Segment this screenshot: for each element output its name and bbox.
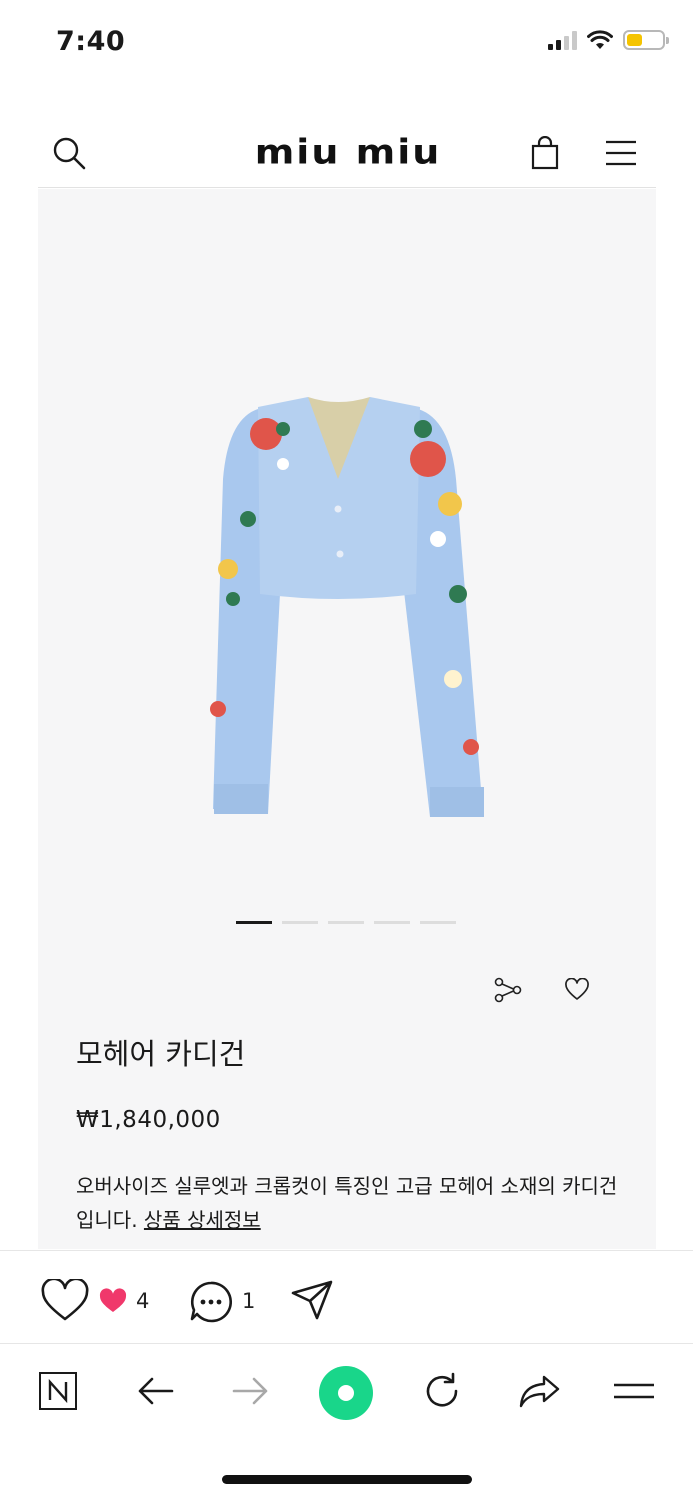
image-pager[interactable] [236,921,456,924]
browser-menu-icon[interactable] [610,1367,658,1415]
cellular-signal-icon [548,30,577,50]
brand-logo[interactable]: miu miu [228,133,468,172]
pager-dot[interactable] [420,921,456,924]
send-paper-plane-icon[interactable] [290,1279,334,1321]
status-bar: 7:40 [0,0,693,88]
like-heart-outline-icon[interactable] [40,1279,90,1323]
like-count: 4 [136,1289,150,1313]
wifi-icon [587,30,613,49]
pager-dot[interactable] [374,921,410,924]
comment-group: 1 [188,1279,255,1323]
back-arrow-icon[interactable] [131,1367,179,1415]
status-time: 7:40 [56,26,126,57]
pager-dot[interactable] [328,921,364,924]
comment-bubble-icon[interactable] [188,1279,234,1323]
share-icon[interactable] [493,975,523,1005]
pager-dot[interactable] [282,921,318,924]
share-arrow-icon[interactable] [515,1367,563,1415]
status-icons [548,30,669,50]
battery-icon [623,30,669,50]
search-icon[interactable] [52,136,86,170]
product-area: 모헤어 카디건 ₩1,840,000 오버사이즈 실루엣과 크롭컷이 특징인 고… [38,189,656,1249]
product-description: 오버사이즈 실루엣과 크롭컷이 특징인 고급 모헤어 소재의 카디건입니다. 상… [76,1169,621,1237]
product-image-cardigan[interactable] [188,389,488,829]
browser-toolbar [0,1345,693,1445]
like-group: 4 [40,1279,149,1323]
pager-dot[interactable] [236,921,272,924]
send-group [290,1279,334,1321]
hamburger-menu-icon[interactable] [604,136,638,170]
wishlist-heart-icon[interactable] [562,975,592,1005]
comment-count: 1 [242,1289,256,1313]
liked-heart-icon [99,1288,127,1312]
product-price: ₩1,840,000 [76,1107,221,1133]
home-indicator [222,1475,472,1484]
shopping-bag-icon[interactable] [528,136,562,170]
green-home-button-icon[interactable] [318,1365,374,1421]
product-title: 모헤어 카디건 [76,1037,246,1071]
naver-home-icon[interactable] [34,1367,82,1415]
site-header: miu miu [38,118,656,188]
forward-arrow-icon[interactable] [227,1367,275,1415]
social-bar: 4 1 [0,1250,693,1344]
product-detail-link[interactable]: 상품 상세정보 [144,1208,261,1232]
refresh-icon[interactable] [418,1367,466,1415]
